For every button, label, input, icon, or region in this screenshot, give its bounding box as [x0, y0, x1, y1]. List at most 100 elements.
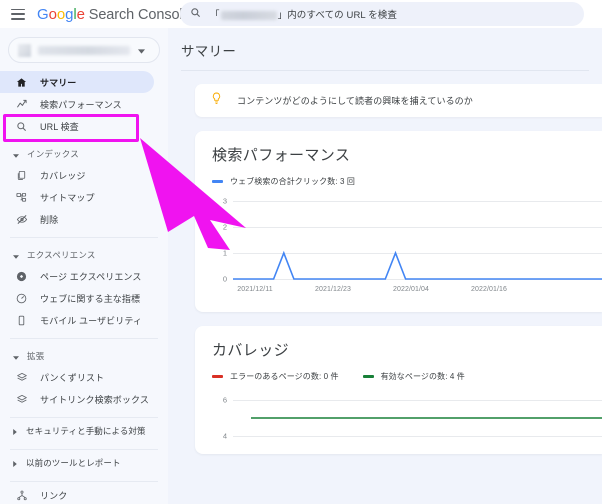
y-tick-label: 3	[222, 196, 227, 206]
y-tick-label: 6	[222, 395, 227, 405]
sidebar-item-links[interactable]: リンク	[0, 484, 154, 504]
property-selector[interactable]	[8, 37, 160, 63]
hamburger-icon[interactable]	[11, 8, 25, 20]
performance-x-axis: 2021/12/11 2021/12/23 2022/01/04 2022/01…	[195, 286, 602, 302]
property-favicon	[18, 43, 31, 57]
sidebar-item-label: サイトリンク検索ボックス	[40, 394, 149, 405]
target-dot-icon	[14, 271, 29, 282]
search-suffix: 」内のすべての URL を検査	[277, 10, 397, 21]
y-tick-label: 0	[222, 274, 227, 284]
chevron-down-icon	[138, 41, 145, 59]
links-icon	[14, 490, 29, 501]
sidebar-section-legacy-tools[interactable]: 以前のツールとレポート	[0, 452, 168, 474]
search-performance-card[interactable]: 検索パフォーマンス ウェブ検索の合計クリック数: 3 回 3 2 1 0 202…	[195, 131, 602, 312]
sidebar-item-sitelinks-searchbox[interactable]: サイトリンク検索ボックス	[0, 388, 154, 410]
sidebar-item-label: ページ エクスペリエンス	[40, 271, 142, 282]
x-tick-label: 2022/01/16	[470, 286, 508, 293]
sidebar-item-label: カバレッジ	[40, 170, 86, 181]
mobile-phone-icon	[14, 315, 29, 326]
legend-swatch	[212, 375, 223, 378]
speedometer-icon	[14, 293, 29, 304]
sidebar-group-experience[interactable]: エクスペリエンス	[0, 245, 168, 265]
masked-property-label	[38, 45, 130, 55]
legend-swatch	[362, 375, 374, 378]
legend-label: ウェブ検索の合計クリック数: 3 回	[230, 177, 355, 186]
y-tick-label: 4	[222, 431, 227, 441]
card-title: カバレッジ	[212, 342, 290, 359]
sidebar-group-enhancements[interactable]: 拡張	[0, 346, 168, 366]
sidebar-group-label: エクスペリエンス	[27, 250, 96, 260]
tip-text: コンテンツがどのようにして読者の興味を捕えているのか	[237, 96, 473, 106]
sidebar: サマリー 検索パフォーマンス URL 検査 インデックス カバレッジ サイトマッ…	[0, 28, 168, 504]
card-title: 検索パフォーマンス	[212, 147, 351, 164]
sidebar-item-mobile-usability[interactable]: モバイル ユーザビリティ	[0, 309, 154, 331]
sidebar-item-label: ウェブに関する主な指標	[40, 293, 141, 304]
sidebar-group-label: 拡張	[27, 351, 45, 361]
performance-line-series	[233, 250, 602, 280]
tip-card[interactable]: コンテンツがどのようにして読者の興味を捕えているのか	[195, 84, 602, 117]
sidebar-item-summary[interactable]: サマリー	[0, 71, 154, 93]
layers-icon	[14, 394, 29, 405]
sidebar-item-coverage[interactable]: カバレッジ	[0, 164, 154, 186]
title-divider	[181, 70, 589, 71]
sidebar-item-label: リンク	[40, 490, 68, 501]
legend-swatch	[212, 180, 223, 183]
legend-label: 有効なページの数: 4 件	[380, 372, 465, 381]
document-copy-icon	[14, 170, 29, 181]
sidebar-item-label: サイトマップ	[40, 192, 95, 203]
triangle-right-icon	[13, 454, 17, 472]
x-tick-label: 2021/12/11	[237, 286, 273, 293]
layers-icon	[14, 372, 29, 383]
sidebar-item-sitemaps[interactable]: サイトマップ	[0, 186, 154, 208]
trending-up-icon	[14, 99, 29, 110]
sidebar-item-url-inspection[interactable]: URL 検査	[0, 115, 154, 137]
coverage-card[interactable]: カバレッジ エラーのあるページの数: 0 件 有効なページの数: 4 件 6 4	[195, 326, 602, 454]
performance-plot: 3 2 1 0	[195, 196, 602, 284]
sidebar-item-removals[interactable]: 削除	[0, 208, 154, 230]
sidebar-item-core-web-vitals[interactable]: ウェブに関する主な指標	[0, 287, 154, 309]
sidebar-item-label: パンくずリスト	[40, 372, 105, 383]
y-tick-label: 2	[222, 222, 227, 232]
coverage-line-series	[251, 417, 602, 419]
sidebar-item-performance[interactable]: 検索パフォーマンス	[0, 93, 154, 115]
sidebar-divider	[10, 481, 158, 482]
triangle-down-icon	[13, 246, 19, 264]
sidebar-item-label: URL 検査	[40, 121, 79, 132]
main-content: サマリー コンテンツがどのようにして読者の興味を捕えているのか 検索パフォーマン…	[168, 28, 602, 504]
search-icon	[190, 5, 201, 23]
legend-entry[interactable]: 有効なページの数: 4 件	[362, 371, 465, 382]
url-inspection-search-input[interactable]: 「 」内のすべての URL を検査	[180, 2, 584, 26]
triangle-down-icon	[13, 145, 19, 163]
lightbulb-icon	[211, 92, 222, 110]
sidebar-section-label: セキュリティと手動による対策	[26, 426, 146, 436]
search-console-window: Google Search Console 「 」内のすべての URL を検査 サ…	[0, 0, 602, 504]
product-name: Search Console	[88, 6, 191, 23]
sidebar-item-label: モバイル ユーザビリティ	[40, 315, 142, 326]
chart-legend: エラーのあるページの数: 0 件 有効なページの数: 4 件	[212, 371, 602, 382]
primary-nav: サマリー 検索パフォーマンス URL 検査	[0, 71, 168, 137]
triangle-down-icon	[13, 347, 19, 365]
sidebar-item-label: 検索パフォーマンス	[40, 99, 122, 110]
legend-entry[interactable]: エラーのあるページの数: 0 件	[212, 371, 339, 382]
sidebar-group-label: インデックス	[27, 149, 79, 159]
search-prefix: 「	[210, 10, 220, 21]
sidebar-item-page-experience[interactable]: ページ エクスペリエンス	[0, 265, 154, 287]
sidebar-item-breadcrumbs[interactable]: パンくずリスト	[0, 366, 154, 388]
sidebar-divider	[10, 449, 158, 450]
coverage-plot: 6 4	[195, 392, 602, 444]
brand-logo: Google Search Console	[37, 5, 191, 23]
sidebar-section-security-manual-actions[interactable]: セキュリティと手動による対策	[0, 420, 168, 442]
search-placeholder-text: 「 」内のすべての URL を検査	[210, 7, 397, 21]
page-title: サマリー	[181, 44, 237, 59]
triangle-right-icon	[13, 422, 17, 440]
sidebar-item-label: 削除	[40, 214, 59, 225]
x-tick-label: 2021/12/23	[314, 286, 352, 293]
sidebar-divider	[10, 237, 158, 238]
sidebar-divider	[10, 417, 158, 418]
eye-off-icon	[14, 214, 29, 225]
legend-entry[interactable]: ウェブ検索の合計クリック数: 3 回	[212, 176, 355, 187]
y-tick-label: 1	[222, 248, 227, 258]
sidebar-group-index[interactable]: インデックス	[0, 144, 168, 164]
search-icon	[14, 121, 29, 132]
masked-property-name	[220, 10, 277, 20]
